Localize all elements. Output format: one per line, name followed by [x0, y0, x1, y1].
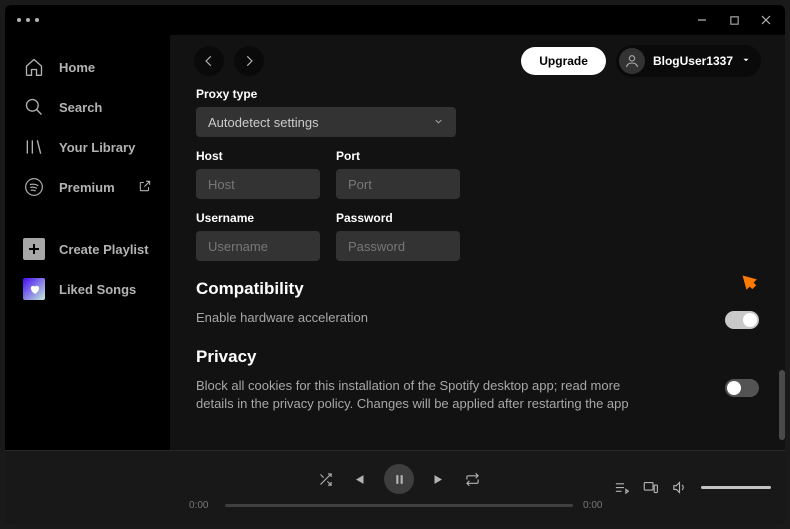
port-input[interactable] [336, 169, 460, 199]
user-menu[interactable]: BlogUser1337 [616, 45, 761, 77]
shuffle-button[interactable] [318, 472, 333, 487]
search-icon [23, 96, 45, 118]
sidebar-item-home[interactable]: Home [13, 49, 162, 85]
nav-back-button[interactable] [194, 46, 224, 76]
chevron-down-icon [741, 54, 751, 68]
sidebar-item-create-playlist[interactable]: Create Playlist [13, 231, 162, 267]
repeat-button[interactable] [465, 472, 480, 487]
library-icon [23, 136, 45, 158]
external-link-icon [138, 179, 152, 196]
devices-button[interactable] [643, 480, 658, 495]
play-pause-button[interactable] [384, 464, 414, 494]
password-input[interactable] [336, 231, 460, 261]
sidebar-item-library[interactable]: Your Library [13, 129, 162, 165]
chevron-down-icon [433, 115, 444, 130]
settings-content: Proxy type Autodetect settings Host Port [170, 87, 785, 450]
plus-icon [23, 238, 45, 260]
proxy-type-select[interactable]: Autodetect settings [196, 107, 456, 137]
host-label: Host [196, 149, 320, 163]
hw-accel-toggle[interactable] [725, 311, 759, 329]
topbar: Upgrade BlogUser1337 [170, 35, 785, 87]
username-label: BlogUser1337 [653, 54, 733, 68]
proxy-type-label: Proxy type [196, 87, 759, 101]
previous-button[interactable] [351, 472, 366, 487]
main-panel: Upgrade BlogUser1337 Proxy type Autodete… [170, 35, 785, 450]
sidebar-label: Create Playlist [59, 242, 149, 257]
progress-bar[interactable] [225, 504, 573, 507]
upgrade-button[interactable]: Upgrade [521, 47, 606, 75]
time-current: 0:00 [189, 500, 215, 511]
titlebar [5, 5, 785, 35]
time-total: 0:00 [583, 500, 609, 511]
sidebar-label: Your Library [59, 140, 135, 155]
player-bar: 0:00 0:00 [5, 450, 785, 524]
volume-slider[interactable] [701, 486, 771, 489]
privacy-heading: Privacy [196, 347, 759, 367]
compatibility-heading: Compatibility [196, 279, 759, 299]
queue-button[interactable] [614, 480, 629, 495]
spotify-icon [23, 176, 45, 198]
hw-accel-label: Enable hardware acceleration [196, 309, 368, 327]
username-label: Username [196, 211, 320, 225]
close-button[interactable] [759, 13, 773, 27]
maximize-button[interactable] [727, 13, 741, 27]
next-button[interactable] [432, 472, 447, 487]
port-label: Port [336, 149, 460, 163]
sidebar-label: Home [59, 60, 95, 75]
sidebar-item-search[interactable]: Search [13, 89, 162, 125]
avatar-icon [619, 48, 645, 74]
select-value: Autodetect settings [208, 115, 319, 130]
password-label: Password [336, 211, 460, 225]
app-menu-icon[interactable] [17, 18, 39, 22]
sidebar-item-liked-songs[interactable]: Liked Songs [13, 271, 162, 307]
sidebar-label: Liked Songs [59, 282, 136, 297]
cookies-toggle[interactable] [725, 379, 759, 397]
minimize-button[interactable] [695, 13, 709, 27]
volume-button[interactable] [672, 480, 687, 495]
heart-icon [23, 278, 45, 300]
cookies-label: Block all cookies for this installation … [196, 377, 646, 413]
sidebar-label: Search [59, 100, 102, 115]
nav-forward-button[interactable] [234, 46, 264, 76]
host-input[interactable] [196, 169, 320, 199]
sidebar-label: Premium [59, 180, 115, 195]
username-input[interactable] [196, 231, 320, 261]
sidebar: Home Search Your Library Premium Create … [5, 35, 170, 450]
sidebar-item-premium[interactable]: Premium [13, 169, 162, 205]
scrollbar[interactable] [779, 370, 785, 440]
home-icon [23, 56, 45, 78]
